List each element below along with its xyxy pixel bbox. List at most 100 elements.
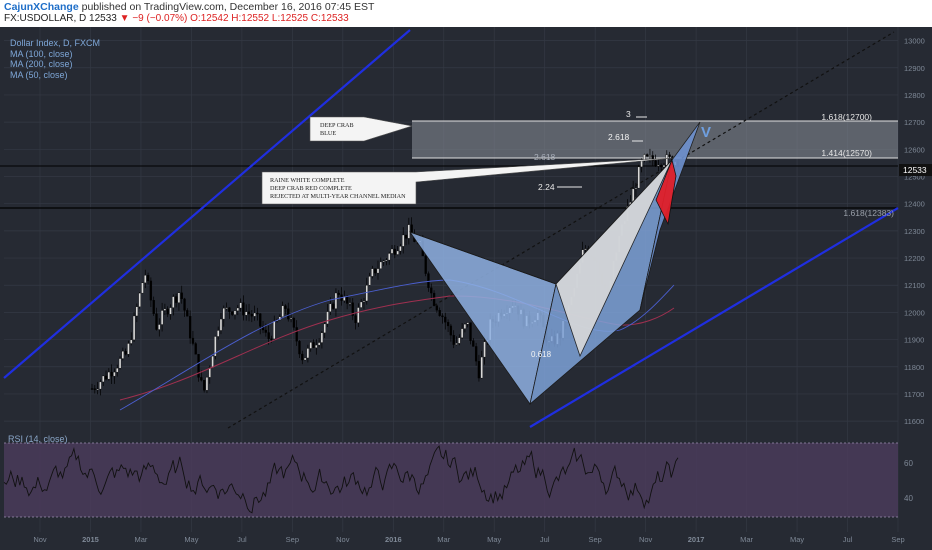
- candle-body: [326, 311, 329, 325]
- candle-body: [323, 323, 326, 334]
- candle-body: [480, 356, 483, 379]
- level-label-12383: 1.618(12383): [843, 208, 894, 218]
- level-label-12570: 1.414(12570): [821, 148, 872, 158]
- price-tick-12400: 12400: [904, 200, 925, 209]
- time-tick-14: Mar: [740, 535, 753, 544]
- legend-ma100[interactable]: MA (100, close): [10, 49, 100, 60]
- legend-series[interactable]: Dollar Index, D, FXCM: [10, 38, 100, 49]
- candle-body: [225, 307, 228, 309]
- candle-body: [385, 259, 388, 262]
- candle-body: [463, 323, 467, 329]
- candle-body: [110, 371, 113, 377]
- candle-body: [233, 310, 237, 315]
- candle-body: [127, 343, 130, 355]
- candle-body: [637, 166, 640, 189]
- candle-body: [458, 337, 461, 344]
- note-line1: RAINE WHITE COMPLETE: [270, 177, 345, 184]
- candle-body: [155, 313, 158, 330]
- candle-body: [444, 316, 447, 323]
- candle-body: [631, 188, 635, 203]
- candle-body: [132, 315, 136, 341]
- candle-body: [295, 327, 298, 342]
- candle-body: [317, 342, 321, 346]
- legend: Dollar Index, D, FXCM MA (100, close) MA…: [10, 38, 100, 80]
- candle-body: [172, 296, 175, 308]
- candle-body: [477, 361, 481, 379]
- candle-body: [270, 338, 273, 340]
- candle-body: [348, 302, 352, 304]
- candle-body: [634, 187, 638, 190]
- candle-body: [242, 302, 245, 316]
- rsi-tick-40: 40: [904, 494, 913, 503]
- candle-body: [113, 371, 116, 377]
- price-tick-12200: 12200: [904, 254, 925, 263]
- fib-label-2618-line: 2.618: [534, 152, 556, 162]
- time-tick-9: May: [487, 535, 501, 544]
- candle-body: [472, 340, 475, 347]
- candle-body: [371, 268, 374, 277]
- candle-body: [337, 292, 340, 295]
- candle-body: [180, 292, 183, 300]
- candle-body: [236, 307, 239, 311]
- candle-body: [654, 160, 657, 166]
- price-tick-12100: 12100: [904, 281, 925, 290]
- time-tick-13: 2017: [688, 535, 705, 544]
- time-tick-2: Mar: [134, 535, 147, 544]
- price-tick-11900: 11900: [904, 336, 924, 345]
- candle-body: [298, 341, 301, 355]
- time-tick-11: Sep: [588, 535, 601, 544]
- candle-body: [365, 285, 368, 302]
- candle-body: [146, 275, 150, 282]
- candle-body: [315, 344, 318, 348]
- candle-body: [345, 296, 349, 304]
- candle-body: [144, 275, 147, 283]
- time-tick-5: Sep: [286, 535, 299, 544]
- legend-ma200[interactable]: MA (200, close): [10, 59, 100, 70]
- candle-body: [424, 255, 427, 274]
- time-tick-16: Jul: [843, 535, 853, 544]
- candle-body: [273, 320, 276, 340]
- candle-body: [256, 312, 259, 315]
- candle-body: [183, 298, 186, 311]
- candle-body: [158, 324, 161, 330]
- rsi-label[interactable]: RSI (14, close): [8, 434, 68, 444]
- price-tick-12900: 12900: [904, 64, 925, 73]
- candle-body: [177, 292, 181, 303]
- candle-body: [284, 305, 287, 309]
- candle-body: [166, 308, 169, 315]
- candle-body: [203, 380, 206, 391]
- candle-body: [648, 155, 652, 157]
- price-tick-11800: 11800: [904, 363, 924, 372]
- candle-body: [188, 316, 192, 339]
- candle-body: [334, 292, 338, 309]
- candle-body: [388, 253, 391, 261]
- candle-body: [90, 388, 94, 390]
- candle-body: [399, 246, 402, 252]
- candle-body: [197, 354, 200, 378]
- candle-body: [584, 248, 587, 250]
- price-axis: 1300012900128001270012600125001240012300…: [904, 37, 925, 427]
- candle-body: [379, 261, 382, 269]
- candle-body: [130, 339, 133, 344]
- candle-body: [466, 322, 469, 325]
- legend-ma50[interactable]: MA (50, close): [10, 70, 100, 81]
- time-tick-15: May: [790, 535, 804, 544]
- candle-body: [449, 325, 453, 336]
- candle-body: [374, 268, 377, 274]
- candle-body: [219, 318, 223, 331]
- candle-body: [169, 307, 172, 315]
- fib-label-3: 3: [626, 109, 631, 119]
- candle-body: [357, 307, 360, 323]
- candle-body: [267, 332, 270, 339]
- candle-body: [303, 357, 307, 361]
- candle-body: [141, 282, 144, 294]
- candle-body: [446, 322, 450, 327]
- candle-body: [191, 337, 195, 344]
- rsi-tick-60: 60: [904, 459, 913, 468]
- candle-body: [331, 303, 335, 309]
- candle-body: [292, 317, 296, 328]
- candle-body: [99, 381, 102, 390]
- price-chart[interactable]: 1300012900128001270012600125001240012300…: [0, 0, 932, 550]
- time-tick-3: May: [184, 535, 198, 544]
- candle-body: [228, 307, 231, 312]
